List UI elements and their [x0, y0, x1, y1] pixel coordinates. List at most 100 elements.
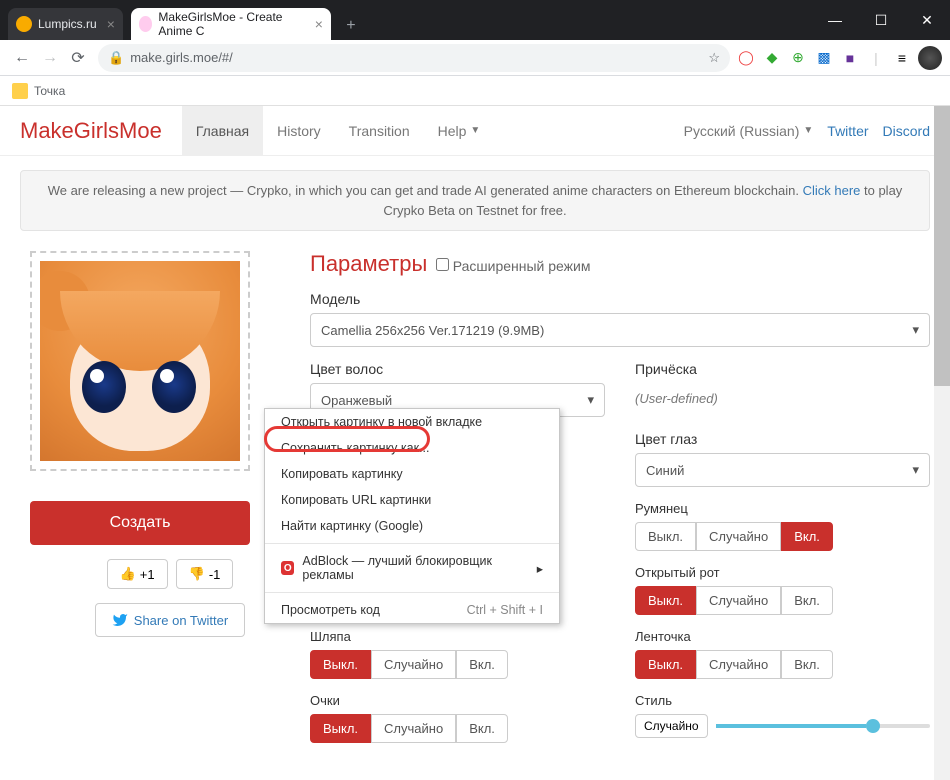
- toggle-random[interactable]: Случайно: [371, 714, 456, 743]
- window-close-button[interactable]: ✕: [904, 0, 950, 40]
- nav-history[interactable]: History: [263, 106, 335, 156]
- star-icon[interactable]: ☆: [708, 50, 720, 66]
- hat-label: Шляпа: [310, 629, 605, 644]
- ctx-copy-url[interactable]: Копировать URL картинки: [265, 487, 559, 513]
- eye-color-select[interactable]: Синий▾: [635, 453, 930, 487]
- ext-opera-icon[interactable]: ◯: [736, 48, 756, 68]
- nav-transition[interactable]: Transition: [335, 106, 424, 156]
- toggle-random[interactable]: Случайно: [696, 586, 781, 615]
- ext-cube-icon[interactable]: ▩: [814, 48, 834, 68]
- browser-toolbar: ← → ⟳ 🔒 make.girls.moe/#/ ☆ ◯ ◆ ⊕ ▩ ■ | …: [0, 40, 950, 76]
- address-bar[interactable]: 🔒 make.girls.moe/#/ ☆: [98, 44, 730, 72]
- shortcut-text: Ctrl + Shift + I: [467, 603, 543, 617]
- params-title: Параметры: [310, 251, 427, 276]
- nav-home[interactable]: Главная: [182, 106, 263, 156]
- language-selector[interactable]: Русский (Russian)▼: [684, 123, 814, 139]
- tab-close-icon[interactable]: ×: [315, 16, 323, 32]
- caret-down-icon: ▼: [470, 125, 480, 136]
- toggle-random[interactable]: Случайно: [696, 650, 781, 679]
- profile-avatar[interactable]: [918, 46, 942, 70]
- ctx-open-new-tab[interactable]: Открыть картинку в новой вкладке: [265, 409, 559, 435]
- banner-link[interactable]: Click here: [803, 183, 861, 198]
- site-brand[interactable]: MakeGirlsMoe: [20, 118, 162, 144]
- nav-twitter-link[interactable]: Twitter: [827, 123, 868, 139]
- toggle-on[interactable]: Вкл.: [456, 714, 508, 743]
- toggle-random[interactable]: Случайно: [696, 522, 781, 551]
- hair-color-label: Цвет волос: [310, 361, 605, 377]
- browser-titlebar: Lumpics.ru × MakeGirlsMoe - Create Anime…: [0, 0, 950, 40]
- new-tab-button[interactable]: +: [337, 12, 365, 40]
- toggle-off[interactable]: Выкл.: [635, 586, 696, 615]
- folder-icon: [12, 83, 28, 99]
- reading-list-icon[interactable]: ≡: [892, 48, 912, 68]
- ribbon-label: Ленточка: [635, 629, 930, 644]
- style-label: Стиль: [635, 693, 930, 708]
- browser-tab-lumpics[interactable]: Lumpics.ru ×: [8, 8, 123, 40]
- ext-globe-icon[interactable]: ⊕: [788, 48, 808, 68]
- lock-icon: 🔒: [108, 50, 124, 66]
- downvote-button[interactable]: 👎-1: [176, 559, 234, 589]
- ctx-adblock[interactable]: OAdBlock — лучший блокировщик рекламы ▸: [265, 548, 559, 588]
- open-mouth-toggle[interactable]: Выкл. Случайно Вкл.: [635, 586, 930, 615]
- tab-title: MakeGirlsMoe - Create Anime C: [158, 10, 304, 38]
- toggle-off[interactable]: Выкл.: [310, 650, 371, 679]
- nav-discord-link[interactable]: Discord: [883, 123, 930, 139]
- glasses-toggle[interactable]: Выкл. Случайно Вкл.: [310, 714, 605, 743]
- create-button[interactable]: Создать: [30, 501, 250, 545]
- upvote-button[interactable]: 👍+1: [107, 559, 168, 589]
- toggle-on[interactable]: Вкл.: [456, 650, 508, 679]
- ctx-copy-image[interactable]: Копировать картинку: [265, 461, 559, 487]
- browser-tab-active[interactable]: MakeGirlsMoe - Create Anime C ×: [131, 8, 331, 40]
- adblock-icon: O: [281, 561, 294, 575]
- twitter-icon: [112, 612, 128, 628]
- caret-down-icon: ▼: [803, 125, 813, 136]
- hat-toggle[interactable]: Выкл. Случайно Вкл.: [310, 650, 605, 679]
- nav-forward-button[interactable]: →: [36, 44, 64, 72]
- style-random-button[interactable]: Случайно: [635, 714, 708, 738]
- ext-vpn-icon[interactable]: ◆: [762, 48, 782, 68]
- site-navbar: MakeGirlsMoe Главная History Transition …: [0, 106, 950, 156]
- toggle-off[interactable]: Выкл.: [310, 714, 371, 743]
- toggle-on[interactable]: Вкл.: [781, 586, 833, 615]
- tab-title: Lumpics.ru: [38, 17, 97, 31]
- ctx-search-google[interactable]: Найти картинку (Google): [265, 513, 559, 539]
- hairstyle-label: Причёска: [635, 361, 930, 377]
- advanced-mode-toggle[interactable]: Расширенный режим: [436, 258, 591, 274]
- model-select[interactable]: Camellia 256x256 Ver.171219 (9.9MB)▾: [310, 313, 930, 347]
- generated-anime-image[interactable]: [40, 261, 240, 461]
- toggle-off[interactable]: Выкл.: [635, 650, 696, 679]
- toggle-on[interactable]: Вкл.: [781, 522, 833, 551]
- nav-help[interactable]: Help▼: [424, 106, 495, 156]
- tab-close-icon[interactable]: ×: [107, 16, 115, 32]
- thumbs-up-icon: 👍: [120, 566, 136, 582]
- ribbon-toggle[interactable]: Выкл. Случайно Вкл.: [635, 650, 930, 679]
- caret-down-icon: ▾: [912, 322, 919, 338]
- toggle-off[interactable]: Выкл.: [635, 522, 696, 551]
- blush-label: Румянец: [635, 501, 930, 516]
- toggle-random[interactable]: Случайно: [371, 650, 456, 679]
- model-label: Модель: [310, 291, 930, 307]
- nav-reload-button[interactable]: ⟳: [64, 44, 92, 72]
- blush-toggle[interactable]: Выкл. Случайно Вкл.: [635, 522, 930, 551]
- window-maximize-button[interactable]: ☐: [858, 0, 904, 40]
- banner-text: We are releasing a new project — Crypko,…: [48, 183, 803, 198]
- chevron-right-icon: ▸: [537, 561, 543, 576]
- ctx-separator: [265, 592, 559, 593]
- page-scrollbar[interactable]: [934, 106, 950, 780]
- toggle-on[interactable]: Вкл.: [781, 650, 833, 679]
- nav-back-button[interactable]: ←: [8, 44, 36, 72]
- eye-color-label: Цвет глаз: [635, 431, 930, 447]
- style-slider[interactable]: Случайно: [635, 714, 930, 738]
- ctx-save-image-as[interactable]: Сохранить картинку как...: [265, 435, 559, 461]
- window-minimize-button[interactable]: —: [812, 0, 858, 40]
- announcement-banner: We are releasing a new project — Crypko,…: [20, 170, 930, 231]
- share-twitter-button[interactable]: Share on Twitter: [95, 603, 245, 637]
- ctx-inspect[interactable]: Просмотреть код Ctrl + Shift + I: [265, 597, 559, 623]
- bookmark-folder[interactable]: Точка: [34, 84, 65, 98]
- scrollbar-thumb[interactable]: [934, 106, 950, 386]
- ext-square-icon[interactable]: ■: [840, 48, 860, 68]
- caret-down-icon: ▾: [587, 392, 594, 408]
- url-text: make.girls.moe/#/: [130, 50, 233, 65]
- generated-image-container: [30, 251, 250, 471]
- caret-down-icon: ▾: [912, 462, 919, 478]
